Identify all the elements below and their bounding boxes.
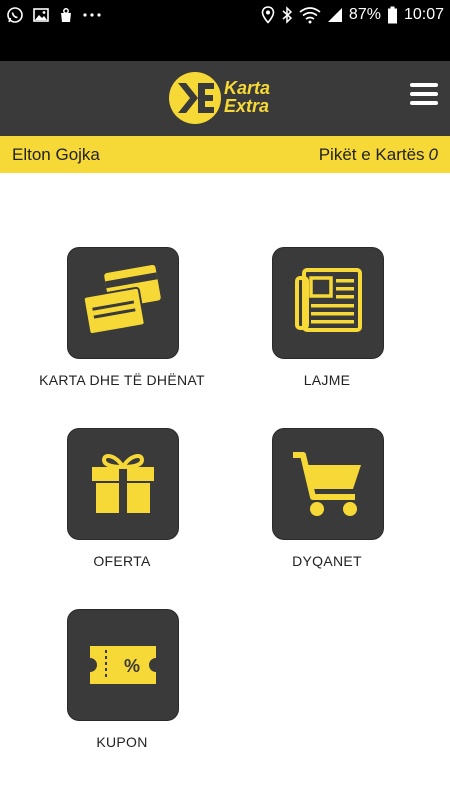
offers-tile-button[interactable]: [67, 428, 179, 540]
battery-percent: 87%: [348, 6, 381, 23]
points-label: Pikët e Kartës: [318, 145, 425, 164]
bluetooth-icon: [282, 6, 293, 24]
menu-bar-2: [410, 92, 438, 96]
cards-label: KARTA DHE TË DHËNAT: [39, 372, 205, 388]
points-value: 0: [428, 145, 438, 164]
logo-text: Karta Extra: [224, 79, 270, 115]
percent-symbol: %: [124, 656, 140, 676]
whatsapp-icon: [7, 7, 23, 23]
status-bar: 87% 10:07: [0, 0, 450, 61]
signal-icon: [327, 8, 342, 22]
hamburger-menu-button[interactable]: [410, 83, 438, 113]
newspaper-icon: [295, 268, 362, 332]
karta-extra-logo: Karta Extra: [168, 69, 286, 129]
bag-icon: [61, 8, 71, 22]
menu-bar-1: [410, 83, 438, 87]
user-name: Elton Gojka: [12, 145, 100, 164]
coupon-tile-button[interactable]: %: [67, 609, 179, 721]
shops-label: DYQANET: [292, 553, 362, 569]
news-tile-button[interactable]: [272, 247, 384, 359]
shops-tile-button[interactable]: [272, 428, 384, 540]
logo-line2: Extra: [224, 96, 270, 116]
system-icons: 87% 10:07: [261, 6, 444, 24]
wifi-icon: [299, 7, 321, 24]
card-points: Pikët e Kartës 0: [319, 145, 438, 165]
app-bar: Karta Extra: [0, 61, 450, 136]
more-icon: [83, 13, 101, 17]
news-label: LAJME: [303, 372, 351, 388]
clock: 10:07: [403, 6, 444, 23]
cards-icon: [82, 264, 161, 336]
logo-mark-icon: [169, 72, 221, 124]
cart-icon: [293, 452, 361, 516]
menu-bar-3: [410, 101, 438, 105]
battery-icon: [387, 6, 397, 24]
coupon-label: KUPON: [96, 734, 148, 750]
offers-label: OFERTA: [93, 553, 151, 569]
notification-icons: [6, 6, 102, 24]
location-icon: [261, 6, 275, 24]
image-icon: [33, 8, 49, 22]
gift-icon: [92, 453, 154, 513]
logo-line1: Karta: [224, 78, 271, 98]
user-info-bar: Elton Gojka Pikët e Kartës 0: [0, 136, 450, 173]
coupon-icon: %: [90, 646, 156, 684]
cards-tile-button[interactable]: [67, 247, 179, 359]
